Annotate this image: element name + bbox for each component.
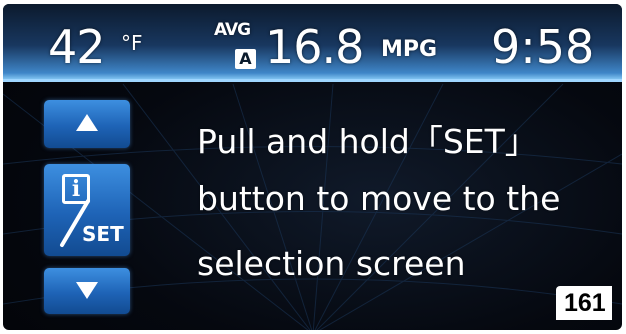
temperature-unit: °F [121, 31, 143, 55]
avg-label: AVG [214, 20, 251, 40]
triangle-down-icon [76, 282, 98, 299]
page-number: 161 [556, 286, 612, 320]
average-fuel-economy: 16.8 [265, 20, 364, 74]
trip-a-badge: A [235, 49, 256, 69]
set-label: SET [82, 222, 124, 246]
manual-figure: 42 °F AVG A 16.8 MPG 9:58 i SET Pull and… [0, 0, 626, 334]
triangle-up-icon [76, 114, 98, 131]
instruction-line-3: selection screen [197, 244, 466, 283]
scroll-up-button[interactable] [44, 100, 130, 148]
fuel-economy-unit: MPG [381, 37, 438, 62]
instruction-line-2: button to move to the [197, 179, 561, 218]
outside-temperature: 42 [48, 20, 106, 74]
clock: 9:58 [491, 20, 595, 74]
instruction-line-1: Pull and hold「SET」 [197, 122, 538, 161]
info-set-button[interactable]: i SET [44, 164, 130, 256]
status-bar: 42 °F AVG A 16.8 MPG 9:58 [3, 4, 622, 82]
multi-function-display: 42 °F AVG A 16.8 MPG 9:58 i SET Pull and… [3, 4, 622, 330]
scroll-down-button[interactable] [44, 268, 130, 314]
